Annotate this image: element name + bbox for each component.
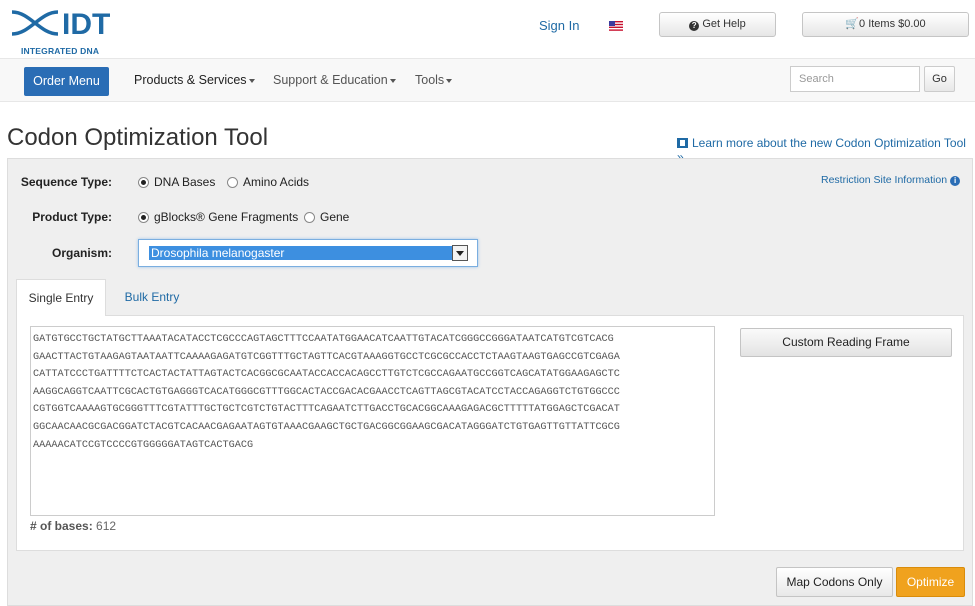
get-help-button[interactable]: ? Get Help (659, 12, 776, 37)
sequence-line: AAAAACATCCGTCCCCGTGGGGGATAGTCACTGACG (33, 439, 254, 451)
organism-select[interactable]: Drosophila melanogaster (138, 239, 478, 267)
chevron-down-icon[interactable] (452, 245, 468, 261)
nav-products-services[interactable]: Products & Services (134, 73, 255, 87)
base-count: # of bases: 612 (30, 519, 116, 533)
organism-selected-value: Drosophila melanogaster (149, 246, 453, 260)
radio-dna-bases-label[interactable]: DNA Bases (154, 175, 215, 189)
page-title: Codon Optimization Tool (7, 124, 269, 151)
nav-products-services-label: Products & Services (134, 73, 247, 87)
caret-down-icon (248, 78, 255, 83)
dna-helix-logo-icon: IDT (11, 8, 110, 41)
cart-button[interactable]: 🛒0 Items $0.00 (802, 12, 969, 37)
question-circle-icon: ? (689, 21, 700, 31)
product-type-label: Product Type: (32, 210, 112, 224)
caret-down-icon (446, 78, 453, 83)
sequence-line: AAGGCAGGTCAATTCGCACTGTGAGGGTCACATGGGCGTT… (33, 386, 620, 398)
shopping-cart-icon: 🛒 (845, 18, 860, 30)
get-help-label: Get Help (702, 18, 746, 30)
organism-label: Organism: (51, 246, 112, 260)
base-count-value: 612 (96, 519, 117, 533)
restriction-site-info-link[interactable]: Restriction Site Information i (821, 174, 961, 186)
nav-tools-label: Tools (415, 73, 445, 87)
film-icon (677, 138, 688, 148)
sequence-line: CATTATCCCTGATTTTCTCACTACTATTAGTACTCACGGC… (33, 369, 620, 381)
sequence-line: GATGTGCCTGCTATGCTTAAATACATACCTCGCCCAGTAG… (33, 334, 614, 345)
restriction-site-info-label: Restriction Site Information (821, 174, 948, 186)
sequence-line: GAACTTACTGTAAGAGTAATAATTCAAAAGAGATGTCGGT… (33, 351, 620, 363)
nav-support-education[interactable]: Support & Education (273, 73, 396, 87)
base-count-label: # of bases: (30, 519, 93, 533)
tab-single-entry[interactable]: Single Entry (16, 279, 106, 316)
order-menu-button[interactable]: Order Menu (24, 67, 109, 96)
nav-support-education-label: Support & Education (273, 73, 388, 87)
idt-logo[interactable]: IDT INTEGRATED DNA TECHNOLOGIES (10, 8, 170, 66)
radio-amino-acids[interactable] (227, 177, 238, 188)
radio-amino-acids-label[interactable]: Amino Acids (243, 175, 309, 189)
sign-in-link[interactable]: Sign In (539, 18, 579, 33)
sequence-line: CGTGGTCAAAAGTGCGGGTTTCGTATTTGCTGCTCGTCTG… (33, 404, 620, 416)
custom-reading-frame-button[interactable]: Custom Reading Frame (740, 328, 952, 357)
logo-text: IDT (62, 8, 110, 38)
single-entry-panel: GATGTGCCTGCTATGCTTAAATACATACCTCGCCCAGTAG… (16, 315, 964, 551)
tab-bulk-entry[interactable]: Bulk Entry (112, 279, 192, 315)
cart-label: 0 Items $0.00 (859, 18, 926, 30)
map-codons-only-button[interactable]: Map Codons Only (776, 567, 893, 597)
radio-gblocks[interactable] (138, 212, 149, 223)
sequence-type-label: Sequence Type: (20, 175, 112, 189)
radio-dna-bases[interactable] (138, 177, 149, 188)
optimize-button[interactable]: Optimize (896, 567, 965, 597)
main-navbar: Order Menu Products & Services Support &… (0, 58, 975, 102)
top-bar: IDT INTEGRATED DNA TECHNOLOGIES Sign In … (0, 0, 975, 66)
info-icon: i (950, 176, 961, 186)
radio-gblocks-label[interactable]: gBlocks® Gene Fragments (154, 210, 298, 224)
search-input[interactable]: Search (790, 66, 920, 92)
search-go-button[interactable]: Go (924, 66, 955, 92)
us-flag-icon[interactable] (609, 21, 623, 31)
radio-gene[interactable] (304, 212, 315, 223)
radio-gene-label[interactable]: Gene (320, 210, 349, 224)
caret-down-icon (389, 78, 396, 83)
optimization-form-panel: Sequence Type: DNA Bases Amino Acids Res… (7, 158, 973, 606)
sequence-line: GGCAACAACGCGACGGATCTACGTCACAACGAGAATAGTG… (33, 421, 620, 433)
sequence-textarea[interactable]: GATGTGCCTGCTATGCTTAAATACATACCTCGCCCAGTAG… (30, 326, 715, 516)
nav-tools[interactable]: Tools (415, 73, 453, 87)
